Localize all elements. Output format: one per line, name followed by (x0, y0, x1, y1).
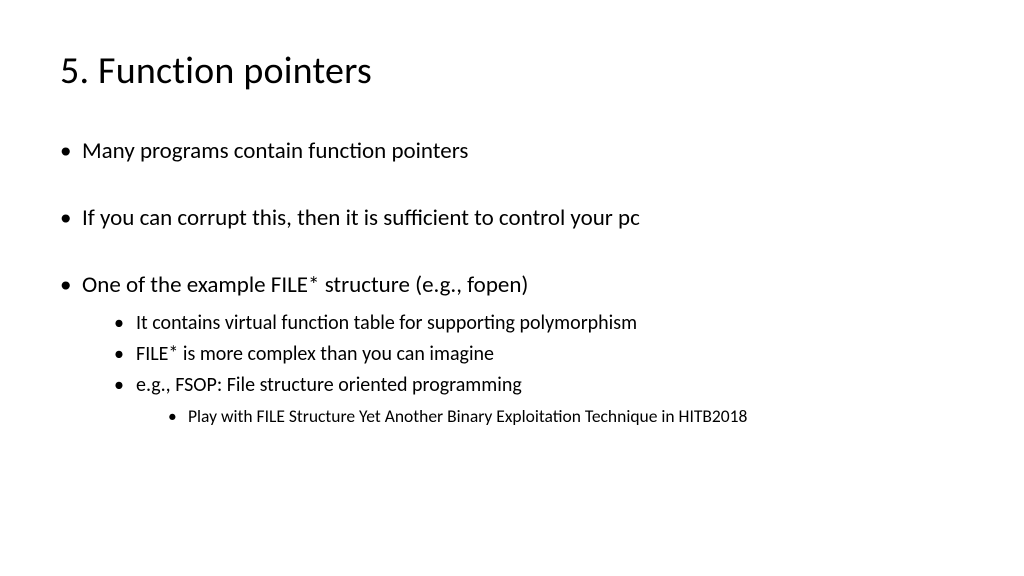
bullet-item: Many programs contain function pointers (60, 136, 964, 167)
bullet-sub-item: e.g., FSOP: File structure oriented prog… (114, 371, 964, 429)
bullet-item: One of the example FILE* structure (e.g.… (60, 270, 964, 429)
bullet-list-level2: It contains virtual function table for s… (82, 309, 964, 429)
bullet-sub-item: It contains virtual function table for s… (114, 309, 964, 338)
bullet-sub-item: FILE* is more complex than you can imagi… (114, 340, 964, 369)
bullet-list-level1: Many programs contain function pointers … (60, 136, 964, 429)
bullet-item: If you can corrupt this, then it is suff… (60, 203, 964, 234)
slide-title: 5. Function pointers (60, 48, 964, 94)
bullet-sub-text: e.g., FSOP: File structure oriented prog… (136, 373, 522, 397)
bullet-list-level3: Play with FILE Structure Yet Another Bin… (136, 404, 964, 429)
bullet-text: One of the example FILE* structure (e.g.… (82, 271, 528, 299)
bullet-detail-item: Play with FILE Structure Yet Another Bin… (168, 404, 964, 429)
